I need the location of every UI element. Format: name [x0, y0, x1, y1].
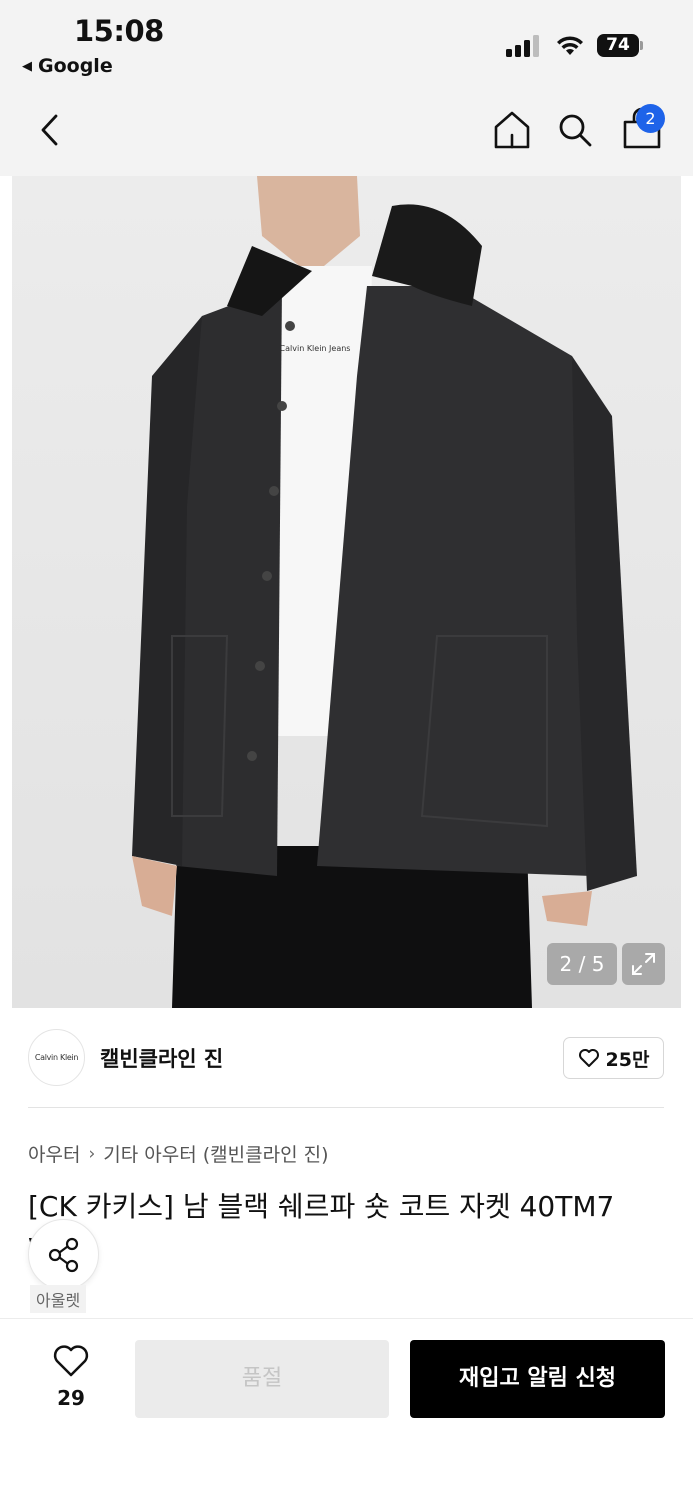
share-icon	[48, 1237, 79, 1273]
back-app-label: Google	[38, 55, 113, 77]
breadcrumb: 아우터 › 기타 아우터 (캘빈클라인 진)	[28, 1140, 329, 1167]
wishlist-button[interactable]	[44, 1344, 98, 1382]
expand-icon	[632, 953, 655, 975]
breadcrumb-item[interactable]: 아우터	[28, 1140, 80, 1167]
product-title: [CK 카키스] 남 블랙 쉐르파 숏 코트 자켓 40TM7 W7	[28, 1190, 615, 1265]
soldout-button: 품절	[135, 1340, 389, 1418]
battery-icon: 74	[597, 34, 645, 58]
product-photo: Calvin Klein Jeans	[132, 176, 637, 1008]
back-to-app-link[interactable]: ◀ Google	[22, 55, 113, 77]
heart-outline-icon	[53, 1345, 89, 1377]
heart-outline-icon	[578, 1049, 599, 1067]
brand-name[interactable]: 캘빈클라인 진	[100, 1043, 223, 1073]
share-button[interactable]	[28, 1219, 99, 1290]
cart-count-badge: 2	[636, 104, 665, 133]
brand-logo[interactable]: Calvin Klein	[28, 1029, 85, 1086]
image-counter: 2 / 5	[547, 943, 617, 985]
wifi-icon	[557, 36, 583, 55]
back-triangle-icon: ◀	[22, 58, 32, 74]
status-time: 15:08	[74, 14, 164, 48]
restock-alert-button[interactable]: 재입고 알림 신청	[410, 1340, 665, 1418]
brand-like-count: 25만	[605, 1048, 650, 1071]
tee-print-text: Calvin Klein Jeans	[280, 344, 351, 353]
breadcrumb-item[interactable]: 기타 아우터 (캘빈클라인 진)	[103, 1140, 328, 1167]
outlet-tag: 아울렛	[30, 1285, 87, 1313]
divider	[28, 1107, 664, 1108]
product-image[interactable]: Calvin Klein Jeans	[12, 176, 681, 1008]
chevron-right-icon: ›	[88, 1143, 96, 1164]
home-icon[interactable]	[490, 108, 534, 152]
expand-image-button[interactable]	[622, 943, 665, 985]
back-arrow-icon[interactable]	[34, 110, 66, 150]
search-icon[interactable]	[555, 110, 595, 150]
cellular-signal-icon	[506, 35, 539, 57]
battery-level: 74	[597, 34, 639, 57]
wishlist-count: 29	[57, 1386, 85, 1410]
brand-like-button[interactable]: 25만	[563, 1037, 664, 1079]
